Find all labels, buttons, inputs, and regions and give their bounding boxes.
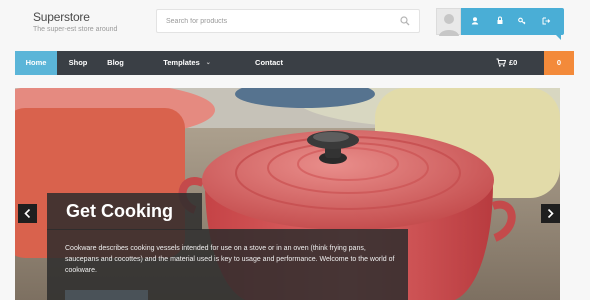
search-icon[interactable] [400,16,410,26]
user-icon[interactable] [469,15,481,27]
search-box[interactable] [156,9,420,33]
site-title[interactable]: Superstore [33,10,90,24]
chevron-right-icon [547,209,554,218]
cart-count-badge[interactable]: 0 [544,51,574,75]
search-input[interactable] [166,15,386,28]
key-icon[interactable] [516,15,528,27]
nav-item-blog[interactable]: Blog [98,51,133,75]
nav-item-templates[interactable]: Templates ⌄ [133,51,241,75]
login-icon[interactable] [494,15,506,27]
slide-description: Cookware describes cooking vessels inten… [65,245,395,275]
slider-prev-button[interactable] [18,204,37,223]
slide-cta-button[interactable] [65,290,148,300]
slide-title-box: Get Cooking [47,193,202,230]
site-tagline: The super-est store around [33,26,118,33]
avatar[interactable] [436,8,461,36]
main-nav: Home Shop Blog Templates ⌄ Contact £0 0 [15,51,574,75]
hero-slider: Get Cooking Cookware describes cooking v… [15,88,560,300]
cart-total[interactable]: £0 [509,51,517,75]
avatar-placeholder-icon [439,14,459,36]
nav-item-home[interactable]: Home [15,51,57,75]
account-bar-pointer [556,35,561,40]
page: Superstore The super-est store around Se… [0,0,590,300]
nav-item-shop[interactable]: Shop [57,51,99,75]
nav-item-contact[interactable]: Contact [241,51,297,75]
logout-icon[interactable] [540,15,552,27]
cart-icon[interactable] [496,58,506,67]
nav-item-templates-label: Templates [163,58,200,67]
slide-title: Get Cooking [66,201,173,221]
account-bar [436,8,564,40]
chevron-left-icon [24,209,31,218]
chevron-down-icon: ⌄ [205,60,211,66]
slider-next-button[interactable] [541,204,560,223]
